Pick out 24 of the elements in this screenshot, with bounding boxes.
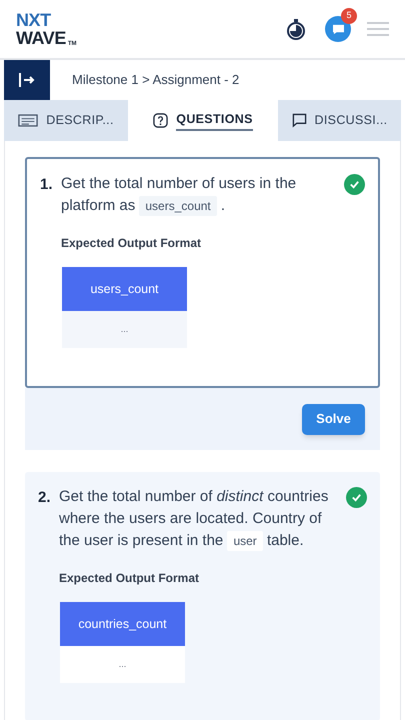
document-lines-icon bbox=[18, 114, 38, 127]
table-cell: ... bbox=[60, 646, 185, 683]
table-cell: ... bbox=[62, 311, 187, 348]
stopwatch-icon[interactable] bbox=[285, 18, 307, 40]
question-icon bbox=[153, 113, 168, 128]
chat-bubble-icon bbox=[332, 24, 344, 34]
notification-badge: 5 bbox=[341, 8, 357, 24]
output-format-label: Expected Output Format bbox=[59, 570, 200, 587]
column-header: countries_count bbox=[60, 602, 185, 646]
expand-arrow-icon bbox=[18, 72, 36, 88]
question-text: Get the total number of distinct countries where the users are located. Country of the user is present in the user table. bbox=[59, 487, 330, 552]
logo-text: WAVE bbox=[16, 29, 66, 47]
question-text: Get the total number of users in the platform as users_count . bbox=[61, 174, 298, 217]
question-number: 1. bbox=[40, 175, 54, 195]
logo-text: NXT bbox=[16, 11, 52, 29]
solve-button[interactable]: Solve bbox=[302, 404, 365, 434]
breadcrumb-text: Milestone 1 > Assignment - 2 bbox=[72, 71, 240, 90]
tab[interactable]: DESCRIP... bbox=[4, 100, 128, 141]
question-number: 2. bbox=[38, 488, 52, 508]
output-format-label: Expected Output Format bbox=[61, 235, 202, 252]
column-header: users_count bbox=[62, 267, 187, 311]
comment-icon bbox=[292, 113, 307, 128]
sidebar-toggle-button[interactable] bbox=[4, 60, 50, 100]
tab[interactable]: DISCUSSI... bbox=[278, 100, 401, 141]
